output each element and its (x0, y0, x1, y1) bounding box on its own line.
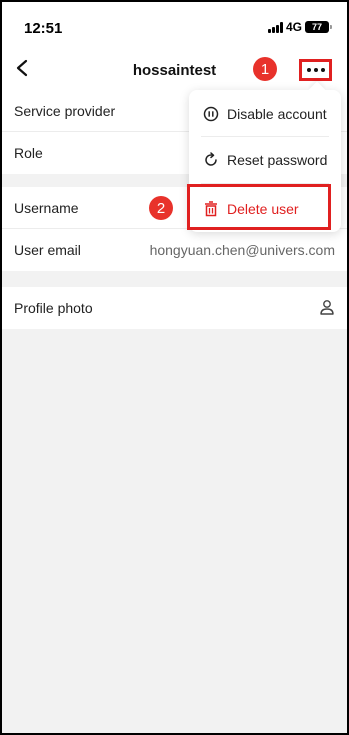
nav-bar: hossaintest (2, 52, 347, 90)
user-email-value: hongyuan.chen@univers.com (149, 242, 335, 258)
page-title: hossaintest (132, 62, 217, 79)
step-badge-1: 1 (253, 57, 277, 81)
status-bar: 12:51 4G 77 (2, 2, 347, 52)
refresh-icon (201, 150, 221, 170)
phone-frame: 12:51 4G 77 hossaintest Service provider… (0, 0, 349, 735)
step-badge-2: 2 (149, 196, 173, 220)
person-icon (320, 300, 334, 315)
service-provider-label: Service provider (14, 102, 116, 119)
more-options-button[interactable] (299, 59, 332, 81)
battery-level: 77 (311, 22, 322, 32)
delete-user-highlight (187, 184, 331, 230)
signal-icon (267, 21, 283, 33)
disable-account-menu-item[interactable]: Disable account (189, 92, 341, 136)
disable-account-label: Disable account (227, 106, 327, 122)
status-time: 12:51 (24, 20, 63, 37)
user-email-label: User email (14, 242, 81, 258)
profile-photo-group: Profile photo (2, 287, 347, 329)
network-type: 4G (285, 20, 302, 34)
battery-icon: 77 (305, 21, 332, 33)
reset-password-label: Reset password (227, 152, 328, 168)
ellipsis-icon (306, 68, 311, 72)
profile-photo-row[interactable]: Profile photo (2, 287, 347, 329)
menu-divider (201, 136, 329, 137)
role-label: Role (14, 145, 43, 161)
reset-password-menu-item[interactable]: Reset password (189, 138, 341, 182)
status-indicators: 4G 77 (267, 20, 332, 34)
username-label: Username (14, 199, 79, 216)
pause-circle-icon (201, 104, 221, 124)
user-email-row[interactable]: User email hongyuan.chen@univers.com (2, 229, 347, 271)
profile-photo-label: Profile photo (14, 300, 93, 316)
